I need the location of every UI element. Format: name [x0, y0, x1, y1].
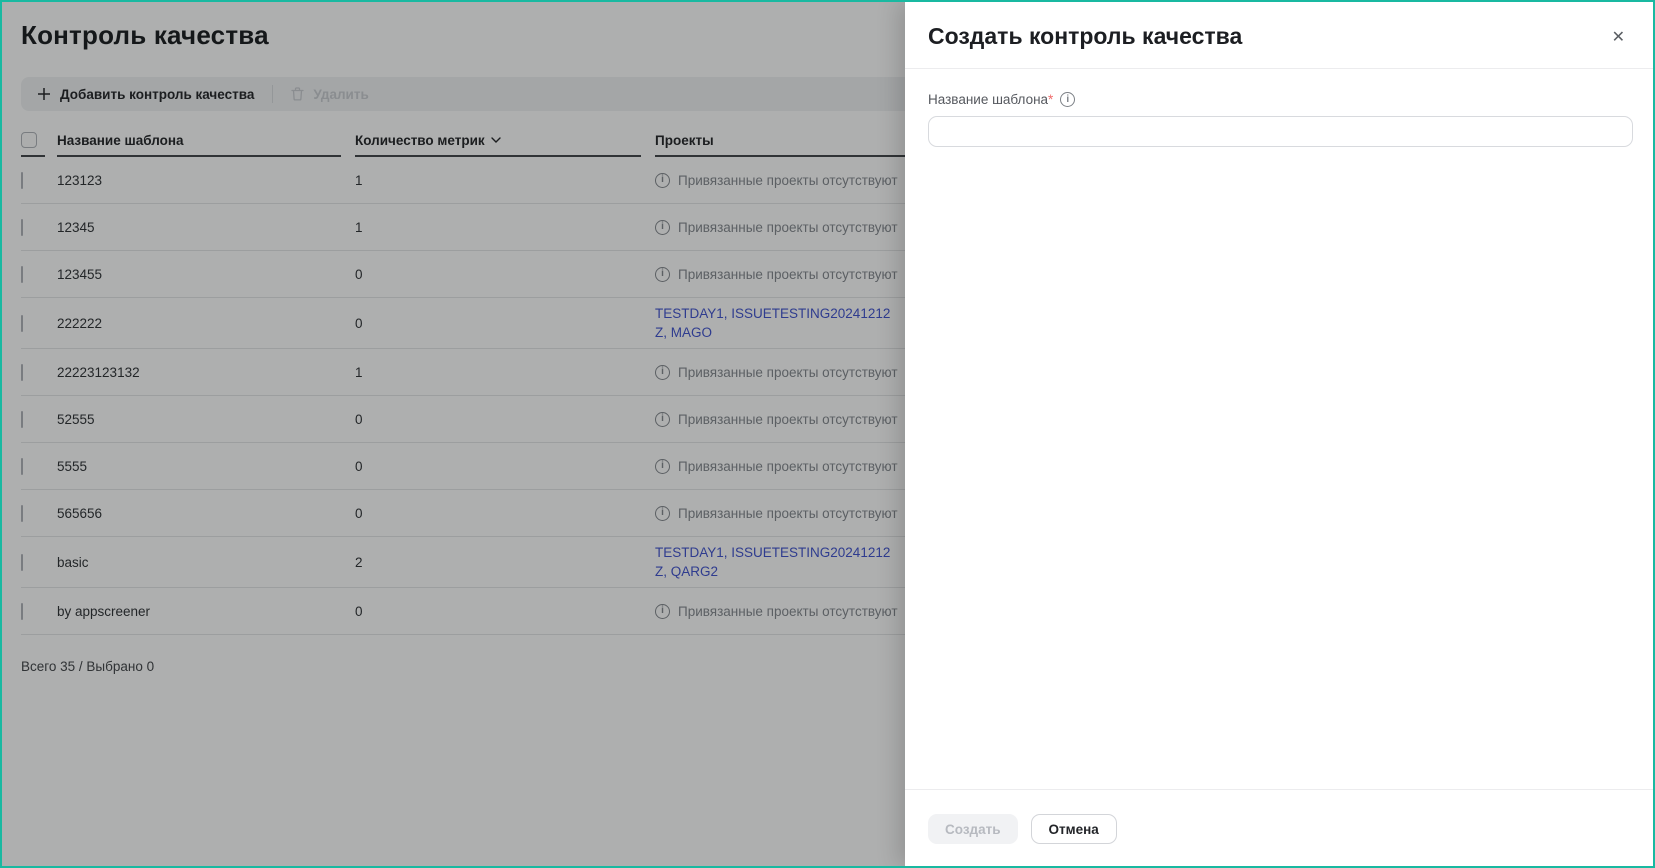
close-icon[interactable]: ✕: [1610, 26, 1627, 50]
cancel-button[interactable]: Отмена: [1031, 814, 1117, 844]
panel-title: Создать контроль качества: [928, 22, 1242, 50]
panel-footer: Создать Отмена: [905, 789, 1653, 866]
create-quality-control-panel: Создать контроль качества ✕ Название шаб…: [905, 2, 1653, 866]
panel-body: Название шаблона* i: [905, 69, 1653, 789]
create-button[interactable]: Создать: [928, 814, 1018, 844]
panel-header: Создать контроль качества ✕: [905, 2, 1653, 69]
required-mark: *: [1048, 92, 1053, 107]
template-name-field-label: Название шаблона* i: [928, 92, 1633, 107]
field-label-text: Название шаблона*: [928, 92, 1053, 107]
template-name-input[interactable]: [928, 116, 1633, 147]
info-icon[interactable]: i: [1060, 92, 1075, 107]
